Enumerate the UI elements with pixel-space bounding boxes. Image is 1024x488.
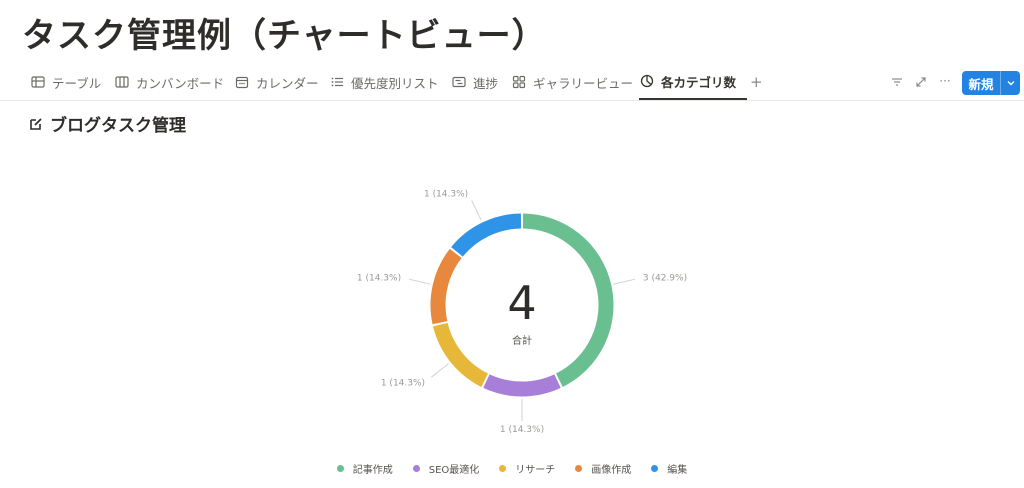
donut-slice-1[interactable] xyxy=(483,374,561,397)
legend-label: リサーチ xyxy=(515,465,556,476)
legend-label: 編集 xyxy=(667,465,688,476)
legend-item[interactable]: 画像作成 xyxy=(575,461,631,476)
slice-data-label: 1 (14.3%) xyxy=(381,378,425,388)
legend-swatch xyxy=(651,465,659,472)
slice-data-label: 1 (14.3%) xyxy=(500,425,544,435)
slice-data-label: 1 (14.3%) xyxy=(357,273,401,283)
chart-legend: 記事作成 SEO最適化 リサーチ 画像作成 編集 xyxy=(0,461,1024,476)
legend-label: SEO最適化 xyxy=(428,465,480,476)
legend-swatch xyxy=(575,465,583,472)
legend-swatch xyxy=(336,465,344,472)
legend-item[interactable]: SEO最適化 xyxy=(412,461,480,476)
label-leader-line xyxy=(613,278,636,285)
center-total-value: 4 xyxy=(507,276,536,330)
donut-slice-4[interactable] xyxy=(451,213,522,257)
legend-item[interactable]: 編集 xyxy=(651,461,687,476)
label-leader-line xyxy=(471,200,482,221)
slice-data-label: 3 (42.9%) xyxy=(643,273,687,283)
label-leader-line xyxy=(430,363,449,378)
legend-label: 記事作成 xyxy=(352,465,393,476)
legend-item[interactable]: リサーチ xyxy=(499,461,555,476)
legend-swatch xyxy=(412,465,420,472)
slice-data-label: 1 (14.3%) xyxy=(424,189,468,199)
legend-swatch xyxy=(499,465,507,472)
label-leader-line xyxy=(408,278,431,285)
legend-item[interactable]: 記事作成 xyxy=(336,461,393,476)
center-total-label: 合計 xyxy=(512,334,532,347)
donut-slice-3[interactable] xyxy=(430,248,462,325)
legend-label: 画像作成 xyxy=(591,465,632,476)
donut-slice-2[interactable] xyxy=(433,322,489,387)
donut-chart: 3 (42.9%) 1 (14.3%) 1 (14.3%) 1 (14.3%) 1 (1… xyxy=(357,189,687,435)
